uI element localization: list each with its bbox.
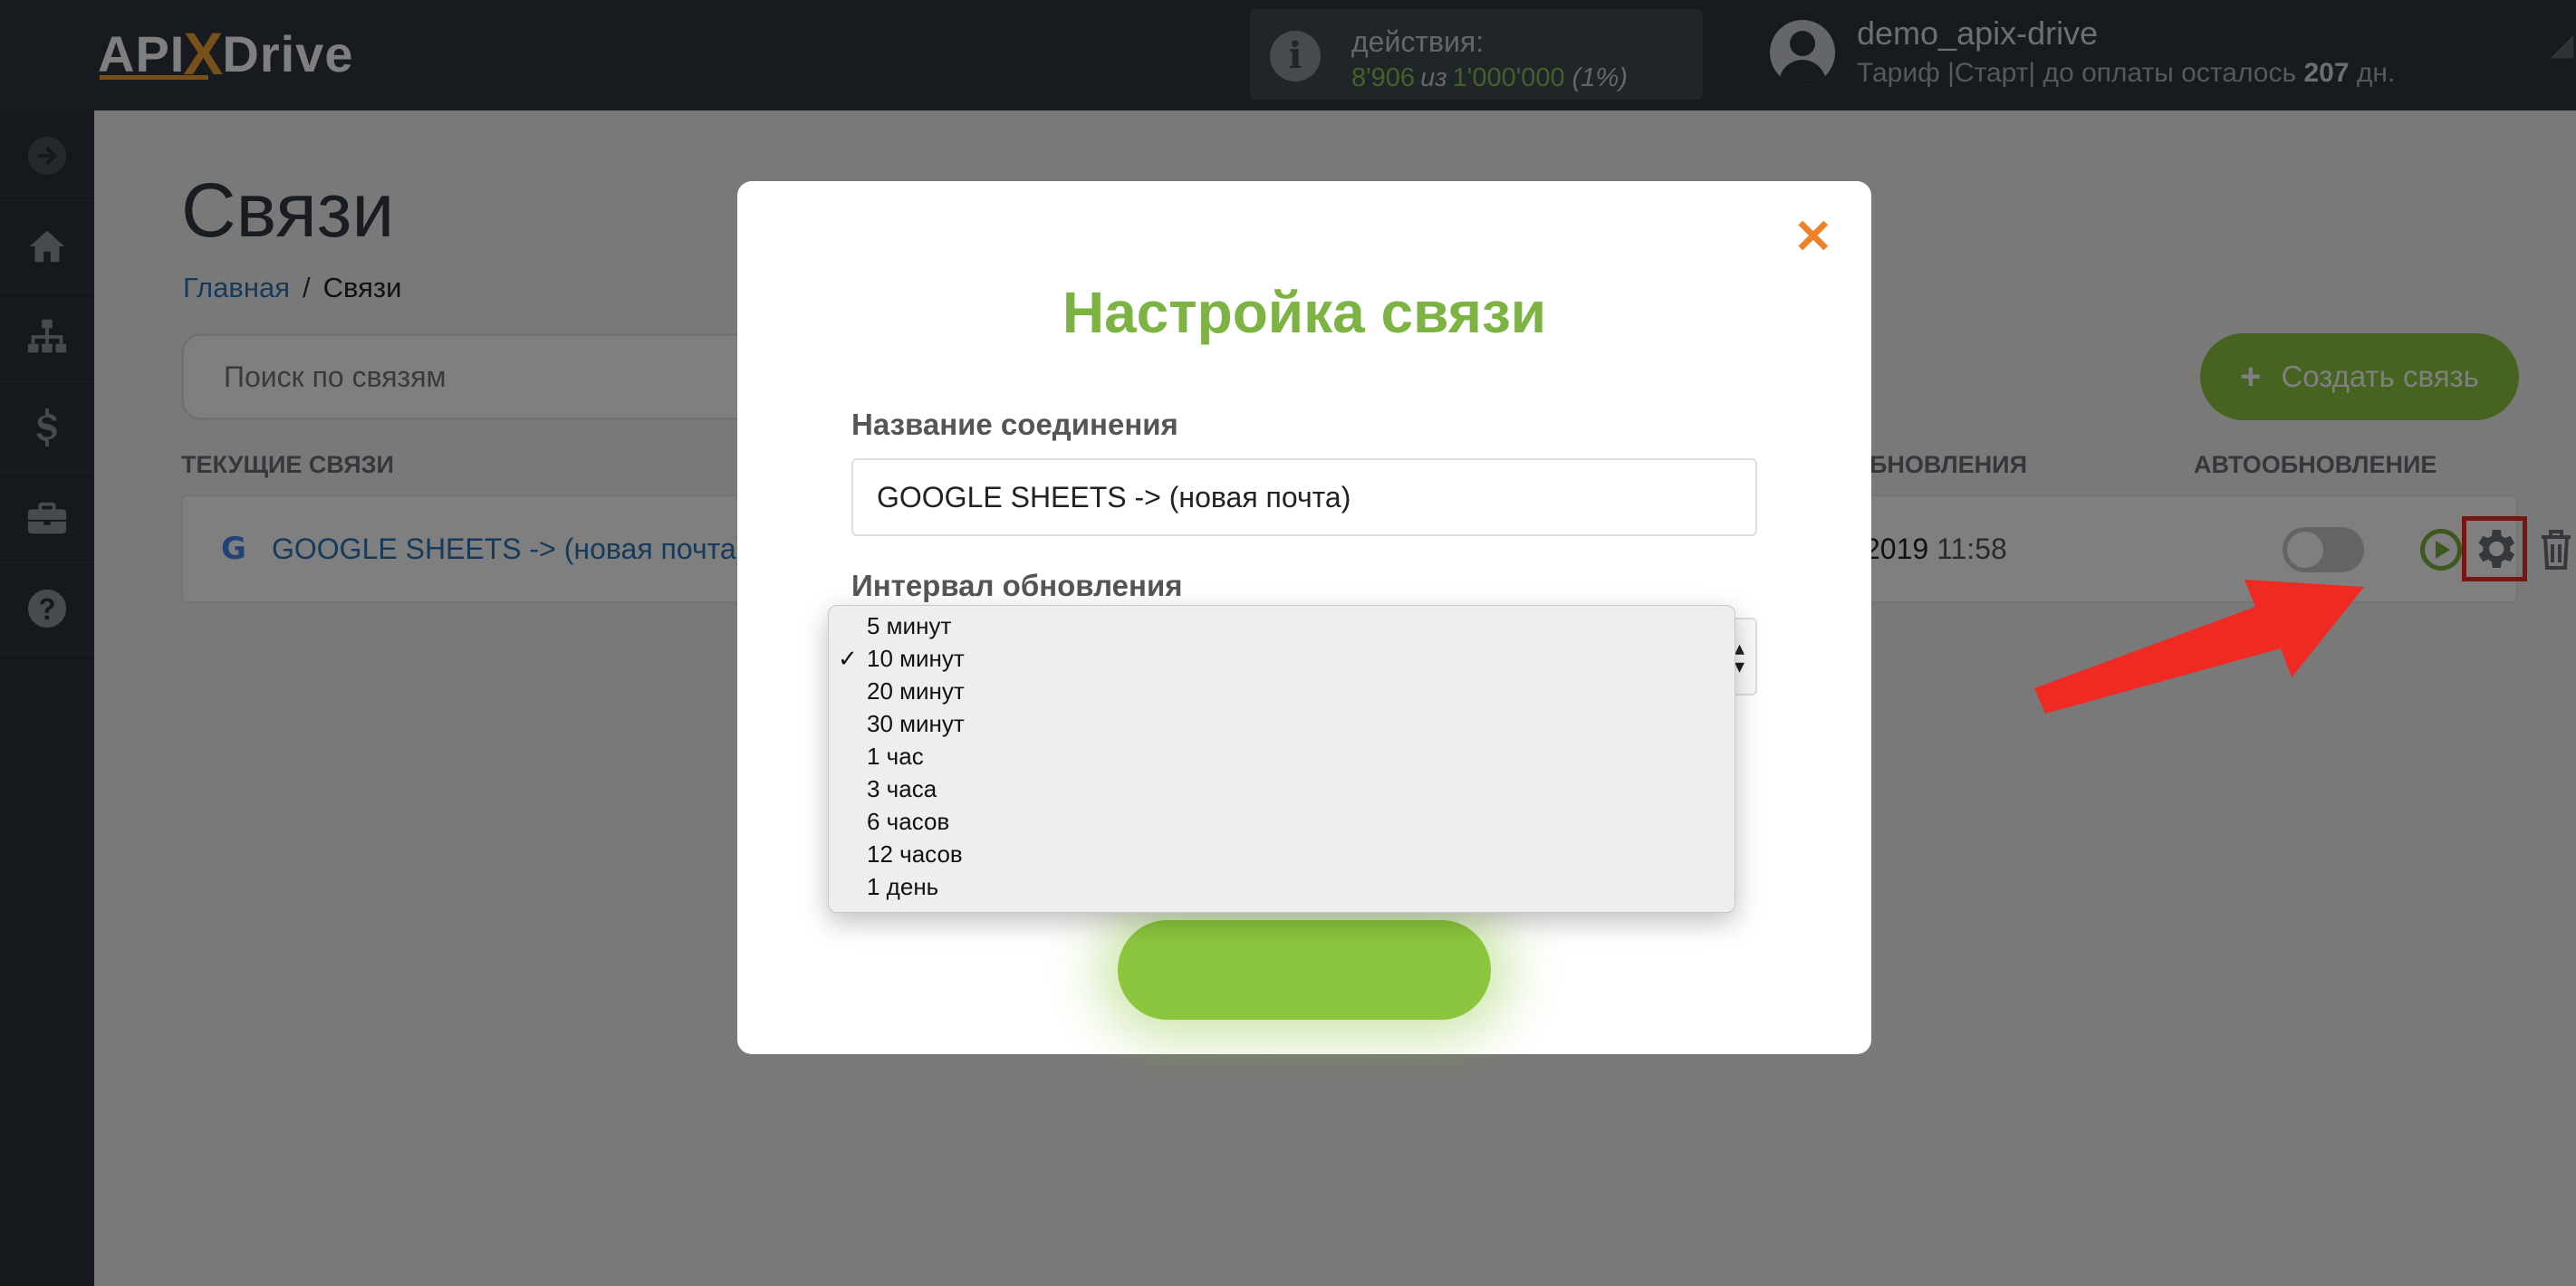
interval-option[interactable]: 3 часа bbox=[829, 773, 1735, 805]
select-arrows-icon: ▴ ▾ bbox=[1734, 637, 1745, 677]
interval-option[interactable]: 1 день bbox=[829, 870, 1735, 903]
interval-option[interactable]: 5 минут bbox=[829, 609, 1735, 642]
save-button[interactable] bbox=[1118, 920, 1491, 1020]
checkmark-icon: ✓ bbox=[838, 645, 858, 672]
interval-option[interactable]: 1 час bbox=[829, 740, 1735, 773]
interval-option[interactable]: 30 минут bbox=[829, 707, 1735, 740]
interval-option[interactable]: 20 минут bbox=[829, 675, 1735, 707]
connection-name-field[interactable] bbox=[851, 458, 1757, 536]
interval-option[interactable]: 12 часов bbox=[829, 838, 1735, 870]
interval-option[interactable]: ✓ 10 минут bbox=[829, 642, 1735, 675]
annotation-arrow-icon bbox=[2034, 580, 2364, 714]
close-icon[interactable]: ✕ bbox=[1793, 214, 1833, 261]
connection-name-label: Название соединения bbox=[851, 408, 1178, 441]
modal-title: Настройка связи bbox=[1062, 280, 1547, 345]
interval-option[interactable]: 6 часов bbox=[829, 805, 1735, 838]
interval-label: Интервал обновления bbox=[851, 569, 1183, 602]
interval-dropdown-list: 5 минут ✓ 10 минут 20 минут 30 минут 1 час 3 ч… bbox=[828, 605, 1735, 913]
